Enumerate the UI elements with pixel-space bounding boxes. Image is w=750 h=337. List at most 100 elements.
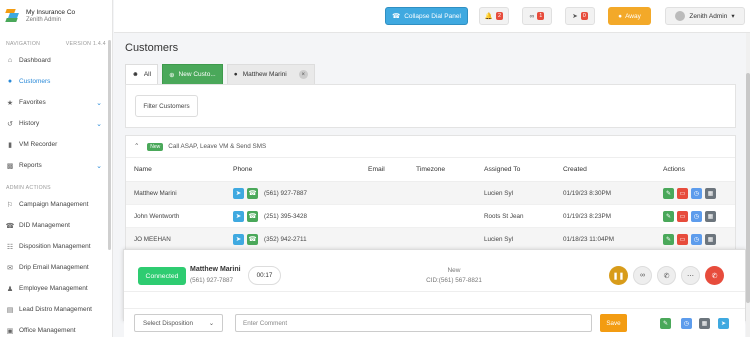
chevron-down-icon: ⌄ [208,319,214,327]
transfer-call-button[interactable]: ✆ [657,266,676,285]
edit-icon[interactable]: ✎ [663,233,674,245]
grid-icon[interactable]: ▦ [705,210,716,222]
sidebar-item-did-management[interactable]: ☎ DID Management [0,215,112,236]
history-icon: ↺ [7,120,13,128]
disposition-select[interactable]: Select Disposition ⌄ [134,314,223,332]
away-status-button[interactable]: ● Away [608,7,651,25]
table-header: Name Phone Email Timezone Assigned To Cr… [126,158,735,182]
tab-new-customers[interactable]: ⊕ New Custo... [162,64,223,84]
clock-icon[interactable]: ◷ [691,233,702,245]
sidebar-item-customers[interactable]: ● Customers [0,71,112,92]
more-options-button[interactable]: ⋯ [681,266,700,285]
avatar [675,11,686,21]
customer-phone: (352) 942-2711 [264,235,307,243]
filter-customers-button[interactable]: Filter Customers [135,95,198,117]
edit-icon[interactable]: ✎ [660,318,671,329]
delete-icon[interactable]: ▭ [677,210,688,222]
clock-icon[interactable]: ◷ [691,210,702,222]
send-sms-icon[interactable]: ➤ [233,187,244,199]
comment-input[interactable]: Enter Comment [235,314,592,332]
chevron-up-icon: ⌃ [134,143,140,150]
group-label: Call ASAP, Leave VM & Send SMS [168,143,267,150]
sidebar-item-office-management[interactable]: ▣ Office Management [0,320,112,337]
close-icon[interactable]: × [298,70,308,79]
group-header[interactable]: ⌃ New Call ASAP, Leave VM & Send SMS [126,136,735,158]
messages-button[interactable]: ➤ 0 [565,7,595,25]
voicemail-badge: 1 [537,12,545,20]
customer-phone: (561) 927-7887 [264,189,308,197]
voicemail-drop-button[interactable]: ∞ [633,266,652,285]
sidebar-item-lead-distro-management[interactable]: ▤ Lead Distro Management [0,299,112,320]
delete-icon[interactable]: ▭ [677,233,688,245]
notifications-button[interactable]: 🔔 2 [479,7,509,25]
sidebar-item-vm-recorder[interactable]: ▮ VM Recorder [0,134,112,155]
email-icon: ✉ [7,264,13,272]
call-icon[interactable]: ☎ [247,233,258,245]
brand[interactable]: My Insurance Co Zenith Admin [0,0,112,32]
table-row[interactable]: Matthew Marini ➤ ☎ (561) 927-7887 Lucien… [126,182,735,205]
sidebar-scrollbar[interactable] [108,40,111,250]
user-icon: ● [233,71,238,78]
admin-section-label: ADMIN ACTIONS [0,185,112,191]
created-date: 01/18/23 11:04PM [563,235,614,243]
sidebar-item-favorites[interactable]: ★ Favorites ⌄ [0,92,112,113]
connected-button[interactable]: Connected [138,267,186,285]
collapse-dial-panel-button[interactable]: ☎ Collapse Dial Panel [385,7,468,25]
admin-label: ADMIN ACTIONS [6,185,51,191]
column-header: Phone [233,166,253,173]
send-sms-icon[interactable]: ➤ [718,318,729,329]
assigned-to: Lucien Syl [484,189,514,197]
customer-name[interactable]: John Wentworth [134,205,179,227]
grid-icon[interactable]: ▦ [705,187,716,199]
column-header: Email [368,166,385,173]
send-sms-icon[interactable]: ➤ [233,210,244,222]
voicemail-button[interactable]: ∞ 1 [522,7,552,25]
tab-customer[interactable]: ● Matthew Marini × [226,64,315,84]
save-button[interactable]: Save [600,314,627,332]
sidebar-item-history[interactable]: ↺ History ⌄ [0,113,112,134]
chevron-down-icon: ⌄ [96,162,102,170]
nav-section-label: NAVIGATION VERSION 1.4.4 [0,41,112,47]
sidebar-item-dashboard[interactable]: ⌂ Dashboard [0,50,112,71]
edit-icon[interactable]: ✎ [663,187,674,199]
phone-transfer-icon: ✆ [663,272,670,280]
caret-down-icon: ▾ [731,13,735,20]
tab-label: All [143,71,152,78]
pause-button[interactable]: ❚❚ [609,266,628,285]
grid-icon[interactable]: ▦ [705,233,716,245]
phone-icon: ☎ [392,13,401,20]
customer-name[interactable]: Matthew Marini [134,182,177,204]
user-name: Zenith Admin [689,12,728,20]
edit-icon[interactable]: ✎ [663,210,674,222]
tab-all[interactable]: ☻ All [125,64,159,84]
sidebar-item-campaign-management[interactable]: ⚐ Campaign Management [0,194,112,215]
sidebar-item-label: VM Recorder [19,141,58,148]
sidebar-item-label: Favorites [19,99,46,106]
sidebar-item-reports[interactable]: ▩ Reports ⌄ [0,155,112,176]
users-icon: ☻ [132,71,139,78]
clock-icon[interactable]: ◷ [691,187,702,199]
sidebar-item-label: Employee Management [19,285,88,292]
sidebar-item-label: Drip Email Management [19,264,89,271]
nav-label: NAVIGATION [6,41,41,47]
customer-name[interactable]: JO MEEHAN [134,228,171,250]
caller-id: CID:(561) 567-8821 [426,277,482,284]
send-sms-icon[interactable]: ➤ [233,233,244,245]
sidebar-item-disposition-management[interactable]: ☷ Disposition Management [0,236,112,257]
call-icon[interactable]: ☎ [247,210,258,222]
sidebar-item-employee-management[interactable]: ♟ Employee Management [0,278,112,299]
clock-icon[interactable]: ◷ [681,318,692,329]
hangup-button[interactable]: ✆ [705,266,724,285]
delete-icon[interactable]: ▭ [677,187,688,199]
call-icon[interactable]: ☎ [247,187,258,199]
phone-icon: ☎ [5,222,15,230]
user-menu-button[interactable]: Zenith Admin ▾ [665,7,745,25]
tab-label: Matthew Marini [242,71,287,78]
dial-call-bar: Connected Matthew Marini (561) 927-7887 … [124,250,745,292]
main-scrollbar[interactable] [746,33,750,337]
table-row[interactable]: John Wentworth ➤ ☎ (251) 395-3428 Roots … [126,205,735,228]
table-row[interactable]: JO MEEHAN ➤ ☎ (352) 942-2711 Lucien Syl … [126,228,735,251]
grid-icon[interactable]: ▦ [699,318,710,329]
call-timer: 00:17 [248,266,281,285]
sidebar-item-drip-email-management[interactable]: ✉ Drip Email Management [0,257,112,278]
